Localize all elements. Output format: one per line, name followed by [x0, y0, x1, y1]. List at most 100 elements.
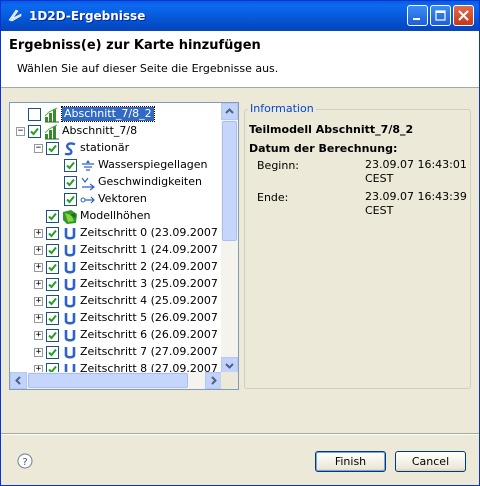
- expand-toggle[interactable]: +: [34, 246, 43, 255]
- tree-item-checkbox[interactable]: [46, 142, 59, 155]
- tree-item[interactable]: + Zeitschritt 1 (24.09.2007 02: [10, 242, 235, 258]
- timestep-icon: [64, 347, 76, 359]
- checkmark-icon: [48, 314, 57, 323]
- information-legend: Information: [248, 102, 316, 115]
- expand-toggle[interactable]: +: [34, 229, 43, 238]
- help-icon[interactable]: ?: [17, 453, 33, 469]
- tree-item-checkbox[interactable]: [46, 261, 59, 274]
- plus-icon: +: [35, 279, 42, 289]
- tree-item-checkbox[interactable]: [46, 329, 59, 342]
- tree-item-checkbox[interactable]: [64, 159, 77, 172]
- horizontal-scroll-thumb[interactable]: [28, 373, 188, 388]
- checkmark-icon: [48, 348, 57, 357]
- checkmark-icon: [66, 161, 75, 170]
- checkmark-icon: [48, 263, 57, 272]
- minus-icon: −: [17, 126, 24, 136]
- tree-item[interactable]: + Zeitschritt 0 (23.09.2007 14: [10, 225, 235, 241]
- scroll-right-button[interactable]: [205, 372, 222, 389]
- result-tree[interactable]: Abschnitt_7/8_2 − Abschnitt_7/8 − stationär W…: [9, 102, 239, 390]
- tree-item-label: stationär: [80, 141, 130, 154]
- scroll-left-button[interactable]: [10, 372, 27, 389]
- submodel-title: Teilmodell Abschnitt_7/8_2: [249, 123, 414, 136]
- expand-toggle[interactable]: +: [34, 280, 43, 289]
- tree-item[interactable]: Abschnitt_7/8_2: [10, 106, 222, 123]
- checkmark-icon: [66, 195, 75, 204]
- cancel-button[interactable]: Cancel: [395, 451, 466, 472]
- tree-item-checkbox[interactable]: [28, 108, 41, 121]
- minimize-icon: [413, 18, 420, 20]
- tree-item[interactable]: + Zeitschritt 2 (24.09.2007 14: [10, 259, 235, 275]
- tree-item-label: Zeitschritt 1 (24.09.2007 02: [80, 243, 236, 256]
- tree-horizontal-scrollbar[interactable]: [10, 372, 222, 389]
- vector-icon: [80, 196, 95, 204]
- tree-item[interactable]: + Zeitschritt 3 (25.09.2007 02: [10, 276, 235, 292]
- checkmark-icon: [48, 229, 57, 238]
- tree-item-label: Modellhöhen: [80, 209, 151, 222]
- begin-date: 23.09.07 16:43:01: [365, 158, 467, 171]
- tree-item[interactable]: − Abschnitt_7/8: [10, 123, 222, 140]
- close-icon: [458, 10, 469, 21]
- maximize-button[interactable]: [430, 5, 451, 26]
- plus-icon: +: [35, 262, 42, 272]
- tree-item-label: Zeitschritt 6 (26.09.2007 14: [80, 328, 236, 341]
- plus-icon: +: [35, 313, 42, 323]
- tree-item-label: Zeitschritt 0 (23.09.2007 14: [80, 226, 236, 239]
- app-logo-icon: [8, 9, 22, 22]
- expand-toggle[interactable]: +: [34, 331, 43, 340]
- tree-item[interactable]: + Zeitschritt 6 (26.09.2007 14: [10, 327, 235, 343]
- tree-item-checkbox[interactable]: [46, 278, 59, 291]
- tree-item-checkbox[interactable]: [46, 312, 59, 325]
- page-description: Wählen Sie auf dieser Seite die Ergebnis…: [17, 62, 279, 75]
- tree-item-checkbox[interactable]: [46, 227, 59, 240]
- wizard-window: 1D2D-Ergebnisse Ergebniss(e) zur Karte h…: [0, 0, 480, 486]
- plus-icon: +: [35, 330, 42, 340]
- tree-item-checkbox[interactable]: [46, 346, 59, 359]
- plus-icon: +: [35, 245, 42, 255]
- title-bar[interactable]: 1D2D-Ergebnisse: [1, 1, 479, 31]
- minimize-button[interactable]: [407, 5, 428, 26]
- tree-item-checkbox[interactable]: [46, 244, 59, 257]
- close-button[interactable]: [453, 5, 474, 26]
- tree-item[interactable]: − stationär: [10, 140, 222, 156]
- water-level-icon: [82, 160, 94, 171]
- tree-item-label: Zeitschritt 4 (25.09.2007 14: [80, 294, 236, 307]
- tree-item[interactable]: Geschwindigkeiten: [10, 174, 222, 191]
- expand-toggle[interactable]: +: [34, 348, 43, 357]
- collapse-toggle[interactable]: −: [34, 144, 43, 153]
- end-date: 23.09.07 16:43:39: [365, 190, 467, 203]
- tree-item-checkbox[interactable]: [64, 176, 77, 189]
- timestep-icon: [64, 296, 76, 308]
- tree-item[interactable]: + Zeitschritt 7 (27.09.2007 02: [10, 344, 235, 360]
- expand-toggle[interactable]: +: [34, 297, 43, 306]
- velocity-icon: [81, 177, 95, 191]
- wizard-header: Ergebniss(e) zur Karte hinzufügen Wählen…: [1, 31, 479, 88]
- chevron-left-icon: [15, 376, 21, 385]
- tree-item[interactable]: Modellhöhen: [10, 208, 222, 224]
- tree-item-checkbox[interactable]: [46, 295, 59, 308]
- tree-item-checkbox[interactable]: [46, 210, 59, 223]
- terrain-icon: [63, 210, 77, 224]
- begin-label: Beginn:: [257, 159, 300, 172]
- finish-button[interactable]: Finish: [315, 451, 386, 472]
- collapse-toggle[interactable]: −: [16, 127, 25, 136]
- tree-item[interactable]: Wasserspiegellagen: [10, 157, 222, 173]
- expand-toggle[interactable]: +: [34, 314, 43, 323]
- checkmark-icon: [48, 212, 57, 221]
- tree-item-label: Zeitschritt 7 (27.09.2007 02: [80, 345, 236, 358]
- end-label: Ende:: [257, 191, 289, 204]
- tree-item[interactable]: + Zeitschritt 4 (25.09.2007 14: [10, 293, 235, 309]
- tree-item-label: Abschnitt_7/8: [62, 124, 138, 137]
- begin-timezone: CEST: [365, 172, 394, 185]
- tree-item[interactable]: Vektoren: [10, 191, 222, 207]
- tree-item[interactable]: + Zeitschritt 5 (26.09.2007 02: [10, 310, 235, 326]
- model-result-icon: [44, 124, 59, 140]
- tree-vertical-scrollbar[interactable]: [221, 103, 238, 374]
- checkmark-icon: [48, 331, 57, 340]
- tree-item-checkbox[interactable]: [28, 125, 41, 138]
- expand-toggle[interactable]: +: [34, 263, 43, 272]
- vertical-scroll-thumb[interactable]: [222, 121, 237, 241]
- scroll-up-button[interactable]: [221, 103, 238, 120]
- plus-icon: +: [35, 347, 42, 357]
- plus-icon: +: [35, 228, 42, 238]
- tree-item-checkbox[interactable]: [64, 193, 77, 206]
